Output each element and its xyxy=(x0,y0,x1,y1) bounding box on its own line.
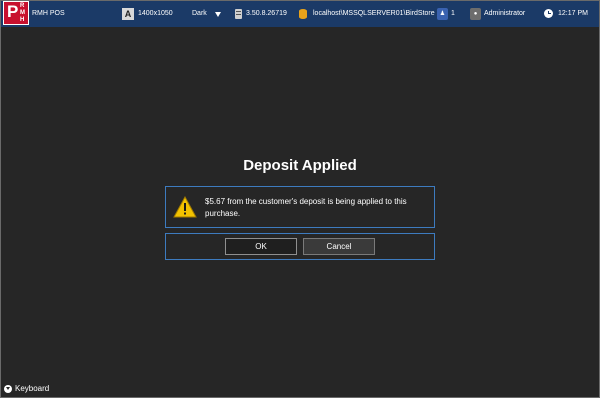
theme-dropdown-icon[interactable] xyxy=(215,12,221,17)
user-icon: ● xyxy=(470,8,481,20)
cancel-button[interactable]: Cancel xyxy=(303,238,375,255)
station-icon: ♟ xyxy=(437,8,448,20)
message-box: $5.67 from the customer's deposit is bei… xyxy=(165,186,435,228)
clock-icon xyxy=(544,9,553,18)
top-status-bar: P R M H RMH POS A 1400x1050 Dark 3.50.8.… xyxy=(1,1,599,27)
version-text: 3.50.8.26719 xyxy=(246,10,287,17)
resolution-selector[interactable]: 1400x1050 xyxy=(138,1,173,27)
resolution-icon: A xyxy=(122,8,134,20)
rmh-logo: P R M H xyxy=(3,1,29,25)
theme-selector[interactable]: Dark xyxy=(192,1,207,27)
button-bar: OK Cancel xyxy=(165,233,435,260)
station-number: 1 xyxy=(451,10,455,17)
user-name: Administrator xyxy=(484,10,526,17)
database-icon xyxy=(299,9,307,19)
dialog-message: $5.67 from the customer's deposit is bei… xyxy=(205,197,407,218)
time-text: 12:17 PM xyxy=(558,10,588,17)
keyboard-label: Keyboard xyxy=(15,384,50,393)
ok-button[interactable]: OK xyxy=(225,238,297,255)
server-icon xyxy=(235,9,242,19)
chevron-down-icon xyxy=(4,385,12,393)
dialog-title: Deposit Applied xyxy=(243,157,357,174)
database-text: localhost\MSSQLSERVER01\BirdStore xyxy=(313,10,435,17)
app-name: RMH POS xyxy=(32,10,65,17)
warning-icon xyxy=(173,196,197,218)
